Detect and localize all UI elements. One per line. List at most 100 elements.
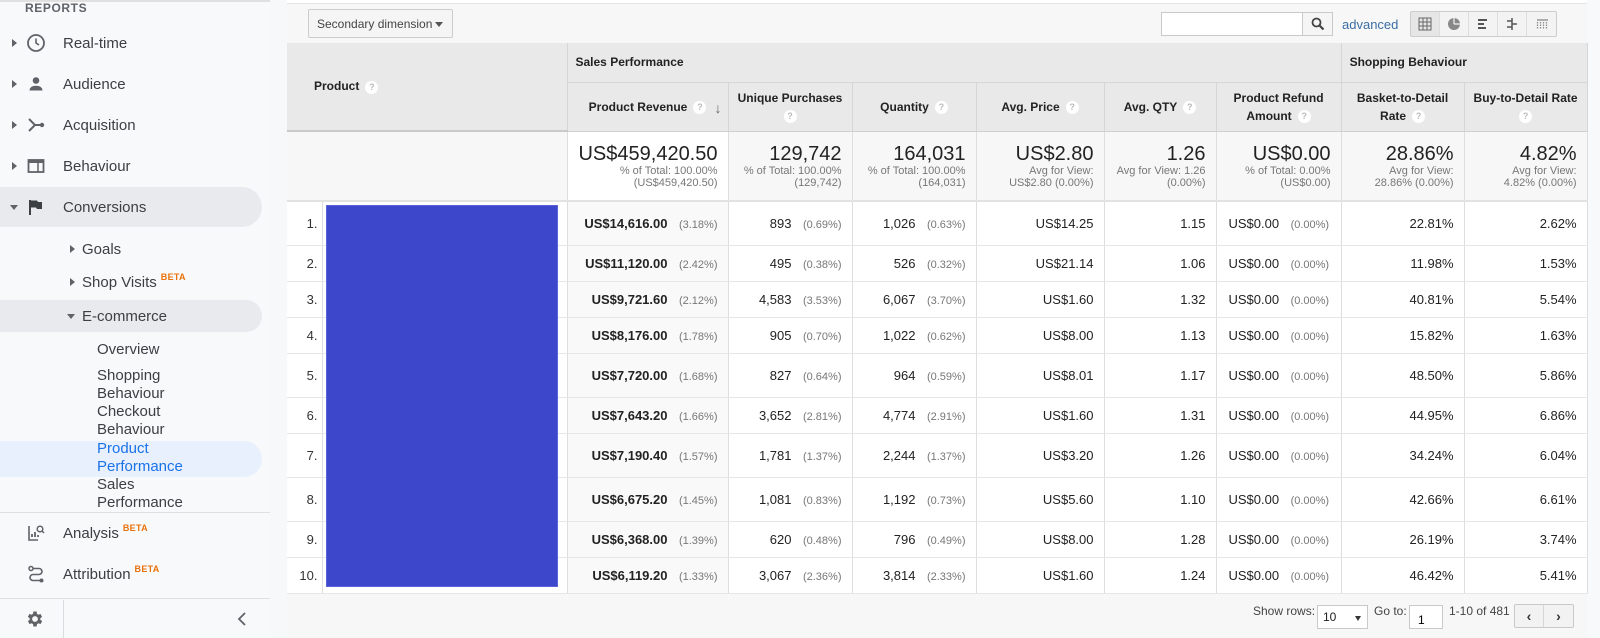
total-value: 1.26 — [1166, 142, 1206, 165]
expand-caret-icon — [12, 80, 17, 88]
expand-caret-icon — [12, 121, 17, 129]
buy-rate-cell: 3.74% — [1464, 521, 1588, 558]
right-gutter — [1587, 0, 1600, 638]
sidebar-item-attribution[interactable]: Attribution BETA — [0, 554, 262, 594]
row-index-label: 8. — [306, 491, 318, 507]
behaviour-icon — [26, 156, 46, 176]
table-view-button[interactable] — [1411, 12, 1440, 36]
search-button[interactable] — [1303, 12, 1333, 36]
avg-qty-column-header[interactable]: Avg. QTY? — [1104, 82, 1217, 132]
basket-to-detail-rate-column-header[interactable]: Basket-to-Detail Rate? — [1341, 82, 1465, 132]
sidebar-leaf-shopping-behaviour[interactable]: Shopping Behaviour — [97, 367, 165, 403]
totals-row: US$459,420.50% of Total: 100.00% (US$459,… — [287, 131, 1588, 202]
avg-qty-cell: 1.26 — [1104, 433, 1217, 478]
leaf-label: Overview — [97, 341, 160, 358]
avg-price-value: US$5.60 — [1042, 491, 1094, 507]
basket-rate-value: 11.98% — [1410, 255, 1454, 271]
sidebar-item-audience[interactable]: Audience — [0, 64, 262, 104]
help-icon[interactable]: ? — [783, 109, 797, 123]
refund-value: US$0.00 — [1228, 531, 1280, 547]
quantity-column-header[interactable]: Quantity? — [852, 82, 977, 132]
unique-purchases-cell: 495 (0.38%) — [728, 245, 853, 282]
product-revenue-column-header[interactable]: Product Revenue? ↓ — [567, 82, 729, 132]
sidebar-leaf-product-performance[interactable]: Product Performance — [97, 440, 183, 476]
unique-purchases-value: 3,652 — [758, 407, 792, 423]
avg-price-column-header[interactable]: Avg. Price? — [976, 82, 1105, 132]
secondary-dimension-label: Secondary dimension — [317, 16, 433, 31]
leaf-label-line2: Behaviour — [97, 421, 165, 438]
sidebar-leaf-sales-performance[interactable]: Sales Performance — [97, 476, 183, 512]
sidebar-item-acquisition[interactable]: Acquisition — [0, 105, 262, 145]
previous-page-button[interactable]: ‹ — [1515, 605, 1544, 627]
goto-page-input[interactable] — [1409, 605, 1443, 629]
help-icon[interactable]: ? — [1412, 109, 1426, 123]
revenue-cell: US$9,721.60 (2.12%) — [567, 281, 729, 318]
unique-purchases-cell: 905 (0.70%) — [728, 317, 853, 354]
revenue-percent: (2.12%) — [678, 294, 718, 307]
total-quantity-cell: 164,031% of Total: 100.00% (164,031) — [852, 131, 977, 202]
next-page-button[interactable]: › — [1544, 605, 1573, 627]
settings-gear-icon[interactable] — [25, 609, 45, 629]
collapse-caret-icon — [67, 313, 75, 319]
leaf-label-line2: Behaviour — [97, 385, 165, 402]
unique-purchases-value: 3,067 — [758, 567, 792, 583]
sidebar-item-analysis[interactable]: Analysis BETA — [0, 513, 262, 553]
basket-rate-cell: 48.50% — [1341, 353, 1465, 398]
sidebar-leaf-overview[interactable]: Overview — [97, 341, 160, 359]
revenue-value: US$7,190.40 — [591, 447, 668, 463]
row-index-label: 9. — [306, 531, 318, 547]
sidebar-item-label: Conversions — [63, 198, 147, 216]
total-sub: (164,031) — [918, 176, 966, 189]
sidebar-item-conversions[interactable]: Conversions — [0, 187, 262, 227]
performance-view-button[interactable] — [1469, 12, 1498, 36]
unique-purchases-percent: (0.48%) — [802, 534, 842, 547]
sidebar-item-realtime[interactable]: Real-time — [0, 23, 262, 63]
advanced-filter-link[interactable]: advanced — [1342, 17, 1398, 32]
help-icon[interactable]: ? — [1297, 109, 1311, 123]
refund-value: US$0.00 — [1228, 255, 1280, 271]
sort-descending-arrow-icon[interactable]: ↓ — [715, 99, 722, 117]
refund-percent: (0.00%) — [1290, 258, 1330, 271]
help-icon[interactable]: ? — [1519, 109, 1533, 123]
row-index-label: 1. — [306, 215, 318, 231]
revenue-value: US$11,120.00 — [585, 255, 668, 271]
help-icon[interactable]: ? — [693, 100, 707, 114]
table-filter-input[interactable] — [1161, 12, 1303, 36]
refund-value: US$0.00 — [1228, 447, 1280, 463]
beta-badge: BETA — [134, 563, 160, 574]
avg-price-value: US$21.14 — [1035, 255, 1094, 271]
help-icon[interactable]: ? — [1183, 100, 1197, 114]
secondary-dimension-dropdown[interactable]: Secondary dimension — [308, 9, 453, 38]
chevron-left-icon: ‹ — [1526, 608, 1532, 624]
product-refund-amount-column-header[interactable]: Product Refund Amount? — [1216, 82, 1342, 132]
pie-view-button[interactable] — [1440, 12, 1469, 36]
help-icon[interactable]: ? — [934, 100, 948, 114]
unique-purchases-cell: 1,081 (0.83%) — [728, 477, 853, 522]
help-icon[interactable]: ? — [365, 80, 379, 94]
quantity-percent: (0.59%) — [926, 370, 966, 383]
unique-purchases-percent: (2.36%) — [802, 570, 842, 583]
help-icon[interactable]: ? — [1065, 100, 1079, 114]
sidebar-subitem-shop-visits[interactable]: Shop Visits BETA — [0, 266, 262, 298]
quantity-value: 1,022 — [882, 327, 916, 343]
product-column-header[interactable]: Product? — [287, 43, 568, 132]
collapse-sidebar-chevron-icon[interactable] — [234, 610, 250, 628]
quantity-cell: 6,067 (3.70%) — [852, 281, 977, 318]
pivot-view-button[interactable] — [1527, 12, 1556, 36]
sidebar-leaf-checkout-behaviour[interactable]: Checkout Behaviour — [97, 403, 165, 439]
buy-rate-value: 6.86% — [1539, 407, 1577, 423]
sidebar-subitem-goals[interactable]: Goals — [0, 233, 262, 265]
show-rows-select[interactable]: 10 — [1317, 605, 1368, 629]
buy-rate-cell: 2.62% — [1464, 201, 1588, 246]
unique-purchases-percent: (0.38%) — [802, 258, 842, 271]
unique-purchases-column-header[interactable]: Unique Purchases? — [728, 82, 853, 132]
sidebar-item-label: Acquisition — [63, 116, 136, 134]
refund-value: US$0.00 — [1228, 327, 1280, 343]
comparison-view-button[interactable] — [1498, 12, 1527, 36]
sidebar-subitem-ecommerce[interactable]: E-commerce — [0, 300, 262, 332]
buy-to-detail-rate-column-header[interactable]: Buy-to-Detail Rate? — [1464, 82, 1588, 132]
column-label: Avg. QTY — [1123, 99, 1178, 114]
basket-rate-value: 22.81% — [1409, 215, 1454, 231]
sidebar-item-behaviour[interactable]: Behaviour — [0, 146, 262, 186]
quantity-cell: 4,774 (2.91%) — [852, 397, 977, 434]
